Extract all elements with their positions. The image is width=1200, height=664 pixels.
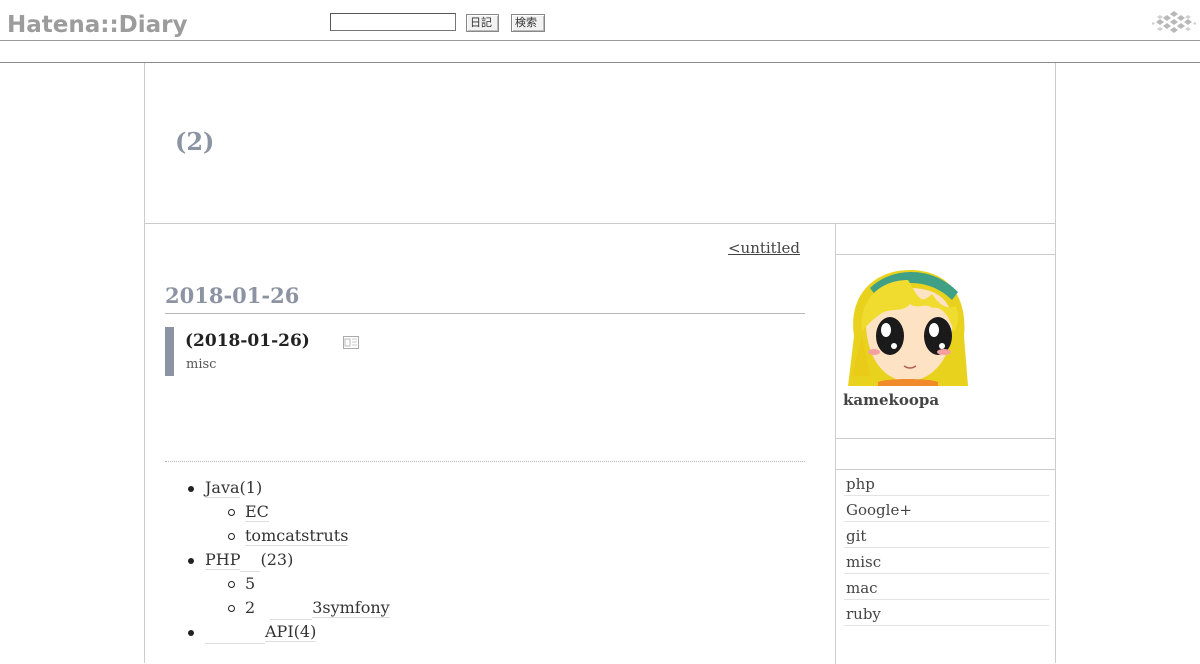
- category-tree: Java(1) EC tomcatstruts PHP (23) 5 2 3symf…: [165, 476, 805, 644]
- list-item: 5: [165, 572, 805, 596]
- diary-search-button[interactable]: 日記: [466, 14, 499, 32]
- category-item-git[interactable]: git: [844, 522, 1049, 548]
- profile-header: [836, 224, 1056, 255]
- tree-link-java[interactable]: Java: [205, 478, 240, 498]
- category-list: php Google+ git misc mac ruby: [844, 470, 1049, 626]
- list-item: tomcatstruts: [165, 524, 805, 548]
- tree-count: (23): [260, 550, 294, 569]
- list-item: PHP (23): [165, 548, 805, 572]
- profile-box: kamekoopa: [836, 255, 1056, 439]
- tree-text: 2: [245, 598, 256, 617]
- tree-link-tomcatstruts[interactable]: tomcatstruts: [245, 526, 349, 546]
- main-column: <untitled 2018-01-26 (2018-01-26) misc J…: [145, 224, 835, 664]
- diary-header: (2): [145, 63, 1055, 224]
- prev-entry-link[interactable]: <untitled: [728, 239, 800, 257]
- bookmark-icon[interactable]: [343, 336, 359, 349]
- tree-link-blank[interactable]: [240, 553, 261, 572]
- divider: [165, 461, 805, 462]
- tree-link-php[interactable]: PHP: [205, 550, 241, 570]
- category-item-misc[interactable]: misc: [844, 548, 1049, 574]
- hatena-grid-icon[interactable]: [1152, 10, 1196, 36]
- search-button[interactable]: 検索: [511, 14, 545, 32]
- day-heading[interactable]: 2018-01-26: [165, 281, 805, 314]
- section-marker: [165, 327, 174, 376]
- diary-frame: (2) <untitled 2018-01-26 (2018-01-26) mi…: [144, 63, 1056, 664]
- profile-name[interactable]: kamekoopa: [843, 391, 939, 409]
- list-item: 2 3symfony: [165, 596, 805, 620]
- tree-text: 5: [245, 574, 256, 593]
- category-item-php[interactable]: php: [844, 470, 1049, 496]
- category-header: [836, 439, 1056, 470]
- tree-link-symfony[interactable]: 3symfony: [312, 598, 390, 618]
- list-item: EC: [165, 500, 805, 524]
- top-bar: Hatena::Diary 日記 検索: [0, 0, 1200, 41]
- section-title[interactable]: (2018-01-26): [185, 331, 310, 351]
- avatar[interactable]: [848, 266, 968, 386]
- hatena-diary-logo[interactable]: Hatena::Diary: [7, 10, 188, 40]
- tree-link-ec[interactable]: EC: [245, 502, 269, 522]
- section-category[interactable]: misc: [186, 357, 216, 372]
- category-item-ruby[interactable]: ruby: [844, 600, 1049, 626]
- tree-link-blank[interactable]: [205, 625, 265, 644]
- tree-link-api[interactable]: API(4): [265, 622, 317, 642]
- sidebar: kamekoopa php Google+ git misc mac ruby: [835, 224, 1056, 664]
- search-input[interactable]: [330, 13, 456, 31]
- list-item: Java(1): [165, 476, 805, 500]
- category-item-google-plus[interactable]: Google+: [844, 496, 1049, 522]
- list-item: API(4): [165, 620, 805, 644]
- tree-count: (1): [239, 478, 263, 497]
- tree-link-blank[interactable]: [270, 601, 313, 620]
- diary-title[interactable]: (2): [175, 127, 214, 156]
- category-item-mac[interactable]: mac: [844, 574, 1049, 600]
